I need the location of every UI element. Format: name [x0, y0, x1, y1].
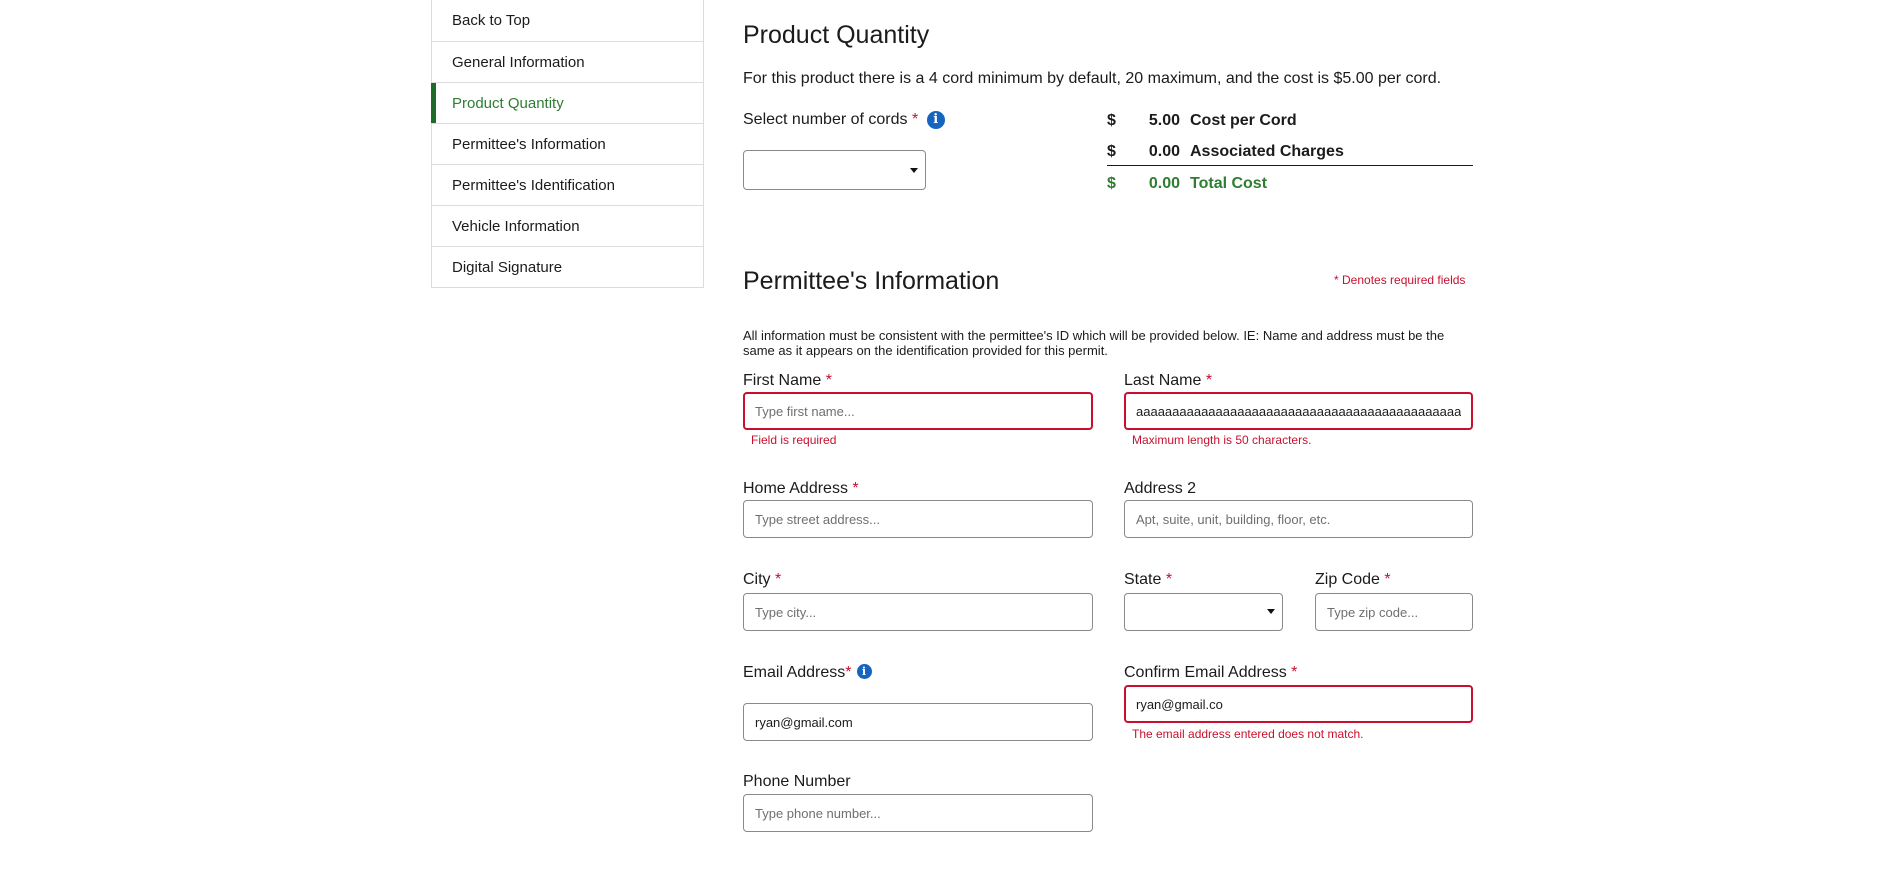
last-name-error: Maximum length is 50 characters. — [1132, 433, 1312, 447]
first-name-label: First Name * — [743, 372, 832, 389]
info-icon[interactable]: i — [856, 664, 872, 679]
currency-symbol: $ — [1107, 175, 1116, 192]
cords-select-label: Select number of cords * i — [743, 111, 945, 129]
product-quantity-title: Product Quantity — [743, 21, 930, 49]
currency-symbol: $ — [1107, 143, 1116, 160]
sidebar-item-vehicle-information[interactable]: Vehicle Information — [432, 205, 703, 246]
cost-amount: 5.00 — [1148, 112, 1180, 129]
cost-divider — [1107, 165, 1473, 166]
home-address-label: Home Address * — [743, 480, 859, 497]
permittee-description: All information must be consistent with … — [743, 328, 1445, 358]
cords-select[interactable] — [743, 150, 926, 190]
email-label: Email Address* i — [743, 664, 872, 682]
zip-code-label: Zip Code * — [1315, 571, 1391, 588]
required-fields-note: * Denotes required fields — [1334, 273, 1466, 287]
info-icon[interactable]: i — [926, 111, 945, 129]
associated-charges-row: $ 0.00 Associated Charges — [1107, 143, 1473, 171]
side-navigation: Back to Top General Information Product … — [431, 0, 704, 288]
confirm-email-label: Confirm Email Address * — [1124, 664, 1298, 681]
phone-number-field[interactable] — [743, 794, 1093, 832]
cost-per-cord-row: $ 5.00 Cost per Cord — [1107, 112, 1473, 140]
product-quantity-description: For this product there is a 4 cord minim… — [743, 70, 1442, 87]
sidebar-item-permittees-information[interactable]: Permittee's Information — [432, 123, 703, 164]
city-field[interactable] — [743, 593, 1093, 631]
required-mark: * — [911, 111, 919, 129]
cost-label: Associated Charges — [1190, 143, 1344, 160]
total-cost-row: $ 0.00 Total Cost — [1107, 175, 1473, 203]
last-name-field[interactable] — [1124, 392, 1473, 430]
cost-amount: 0.00 — [1148, 175, 1180, 192]
sidebar-item-back-to-top[interactable]: Back to Top — [432, 0, 703, 41]
sidebar-item-product-quantity[interactable]: Product Quantity — [431, 82, 703, 123]
last-name-label: Last Name * — [1124, 372, 1213, 389]
cost-label: Cost per Cord — [1190, 112, 1297, 129]
cost-amount: 0.00 — [1148, 143, 1180, 160]
phone-number-label: Phone Number — [743, 773, 851, 790]
sidebar-item-digital-signature[interactable]: Digital Signature — [432, 246, 703, 287]
email-field[interactable] — [743, 703, 1093, 741]
confirm-email-field[interactable] — [1124, 685, 1473, 723]
permittee-information-title: Permittee's Information — [743, 267, 1000, 295]
home-address-field[interactable] — [743, 500, 1093, 538]
address2-label: Address 2 — [1124, 480, 1197, 497]
confirm-email-error: The email address entered does not match… — [1132, 727, 1364, 741]
currency-symbol: $ — [1107, 112, 1116, 129]
city-label: City * — [743, 571, 782, 588]
first-name-field[interactable] — [743, 392, 1093, 430]
sidebar-item-permittees-identification[interactable]: Permittee's Identification — [432, 164, 703, 205]
zip-code-field[interactable] — [1315, 593, 1473, 631]
sidebar-item-general-information[interactable]: General Information — [432, 41, 703, 82]
address2-field[interactable] — [1124, 500, 1473, 538]
first-name-error: Field is required — [751, 433, 837, 447]
cost-label: Total Cost — [1190, 175, 1268, 192]
state-select[interactable] — [1124, 593, 1283, 631]
state-label: State * — [1124, 571, 1173, 588]
